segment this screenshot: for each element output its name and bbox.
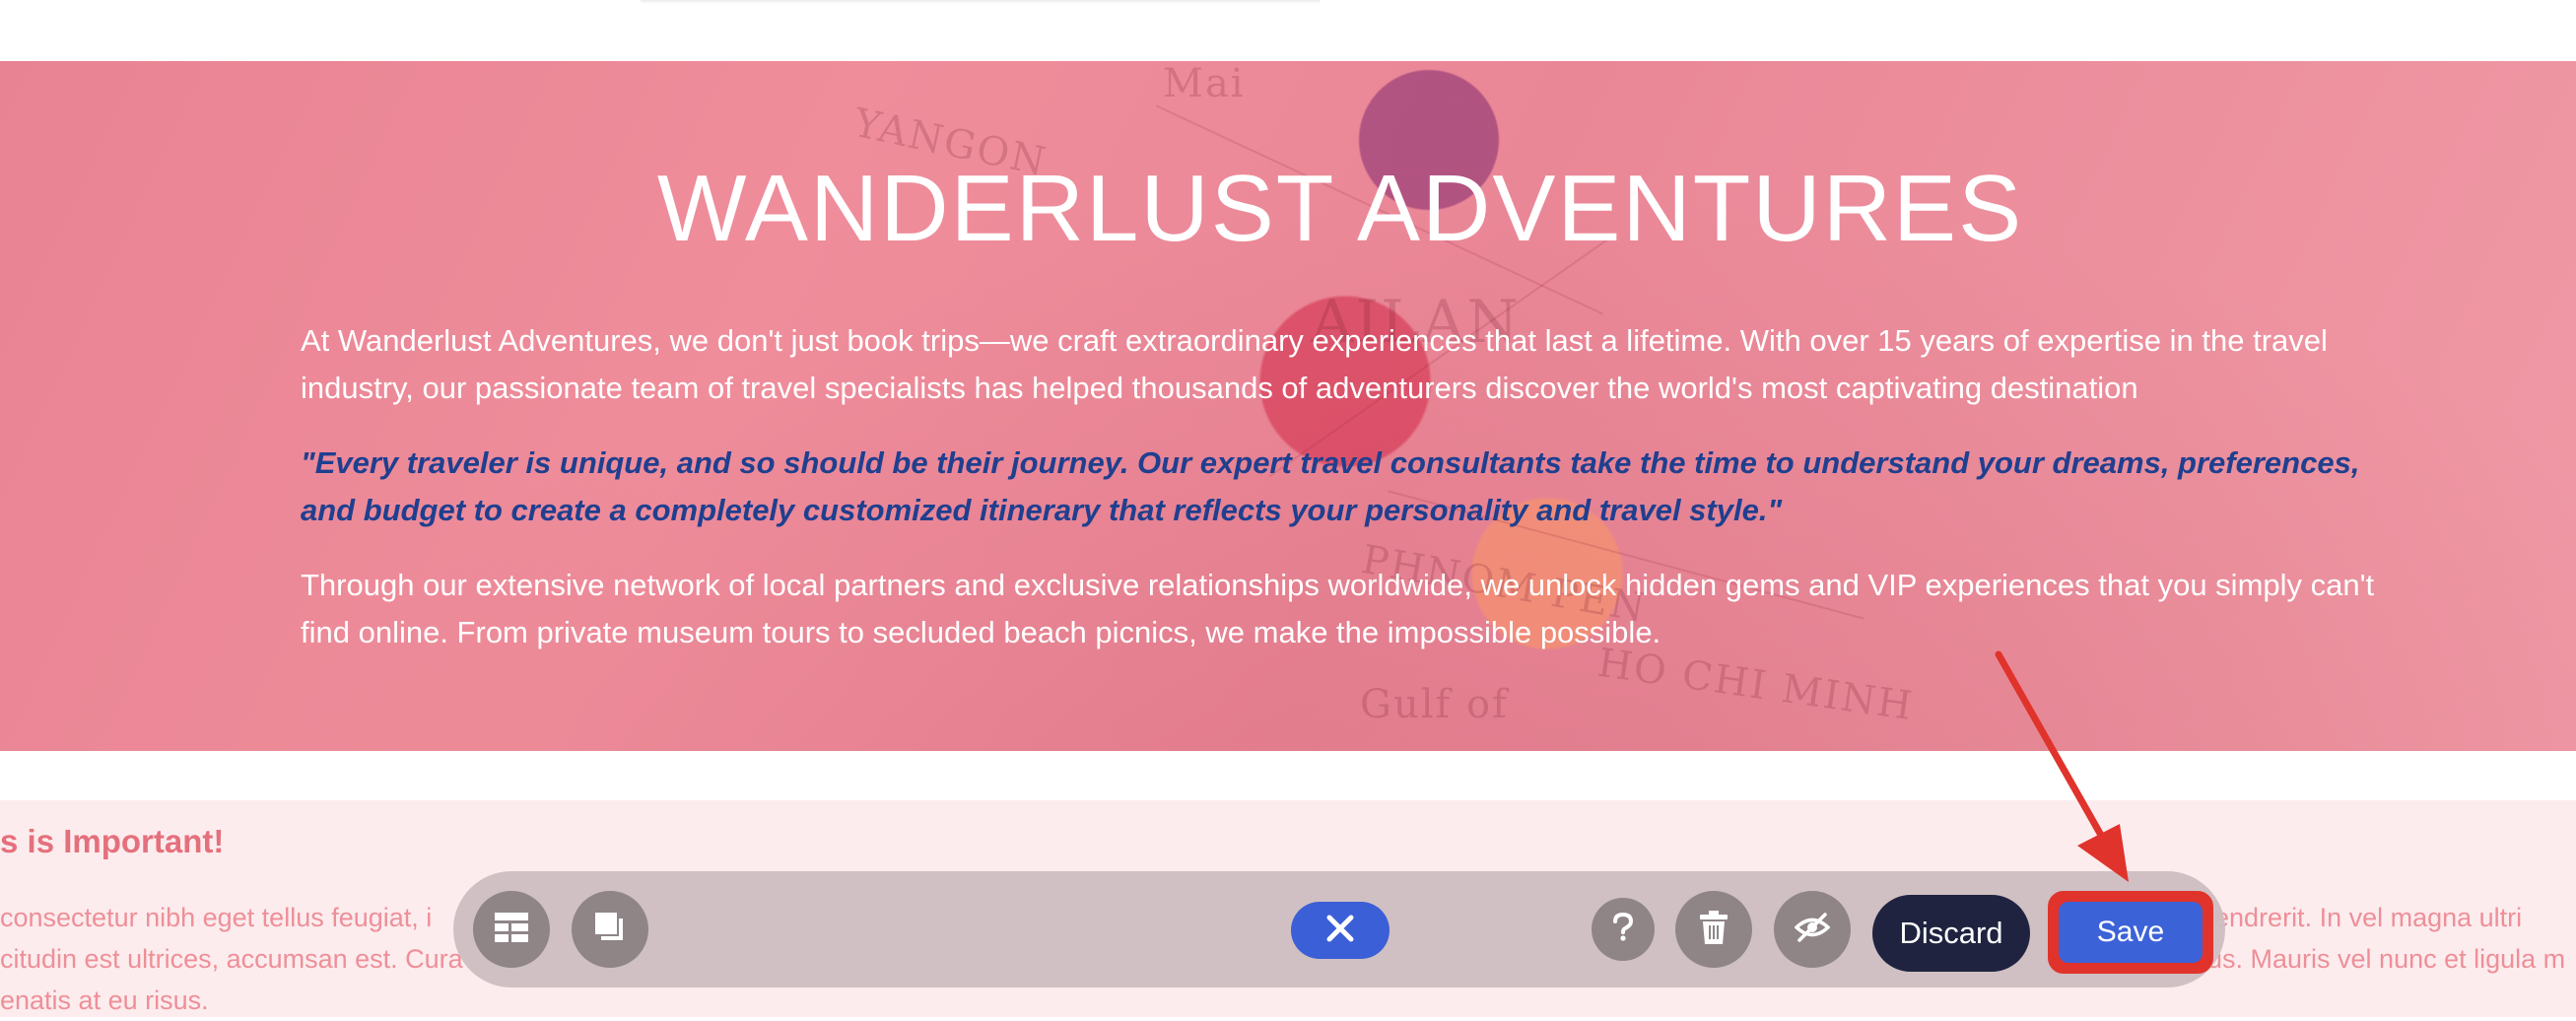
annotation-arrow	[1995, 650, 2129, 882]
